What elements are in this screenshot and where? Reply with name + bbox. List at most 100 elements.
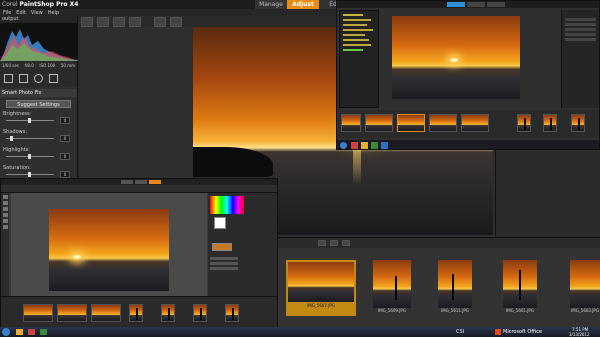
organizer-tab-active[interactable] xyxy=(447,2,465,7)
slider-thumb[interactable] xyxy=(10,136,13,141)
thumbnail xyxy=(373,260,411,308)
slider-thumb[interactable] xyxy=(28,154,31,159)
office-icon[interactable] xyxy=(495,329,501,335)
tool-icon[interactable] xyxy=(2,213,8,217)
filmstrip-next-icon[interactable] xyxy=(329,240,338,246)
thumbnail-label: IMG_5603.JPG xyxy=(571,308,599,313)
tree-line[interactable] xyxy=(343,39,369,41)
organizer-taskbar xyxy=(337,140,599,149)
tree-line[interactable] xyxy=(343,19,371,21)
material-swatch[interactable] xyxy=(214,217,226,229)
info-field[interactable] xyxy=(565,33,596,36)
folder-tree xyxy=(339,10,379,108)
straighten-icon[interactable] xyxy=(19,74,28,83)
filmstrip-item[interactable]: IMG_5607.JPG xyxy=(286,260,356,316)
slider-value[interactable]: 0 xyxy=(60,153,70,160)
edit-thumb[interactable] xyxy=(91,304,121,322)
edit-thumb[interactable] xyxy=(129,304,143,322)
organizer-thumb[interactable] xyxy=(571,114,585,132)
slider-highlights: Highlights: 0 xyxy=(0,147,77,165)
language-indicator[interactable]: CSI xyxy=(456,329,464,335)
info-field[interactable] xyxy=(565,28,596,31)
suggest-settings-button[interactable]: Suggest Settings xyxy=(6,100,71,108)
save-icon[interactable] xyxy=(81,17,93,27)
info-field[interactable] xyxy=(565,38,596,41)
tree-line[interactable] xyxy=(343,29,373,31)
info-field[interactable] xyxy=(565,18,596,21)
taskbar-app-icon[interactable] xyxy=(361,142,368,149)
slider-value[interactable]: 0 xyxy=(60,171,70,178)
color-picker[interactable] xyxy=(210,196,244,214)
slider-label: Highlights: xyxy=(3,147,30,153)
taskbar-app-icon[interactable] xyxy=(381,142,388,149)
slider-track[interactable] xyxy=(6,138,54,139)
start-button[interactable] xyxy=(2,328,10,336)
layer-thumb[interactable] xyxy=(212,243,232,251)
office-label[interactable]: Microsoft Office xyxy=(503,329,542,335)
palm-silhouette xyxy=(232,308,234,320)
palette-row[interactable] xyxy=(210,257,238,260)
tree-line[interactable] xyxy=(343,14,363,16)
edit-thumb[interactable] xyxy=(23,304,53,322)
crop-icon[interactable] xyxy=(4,74,13,83)
open-icon[interactable] xyxy=(96,17,109,27)
info-field[interactable] xyxy=(565,23,596,26)
edit-tab[interactable] xyxy=(121,180,133,184)
palette-row[interactable] xyxy=(210,267,238,270)
taskbar-app-icon[interactable] xyxy=(16,329,23,335)
tool-icon[interactable] xyxy=(2,195,8,199)
filmstrip-item[interactable]: IMG_5601.JPG xyxy=(503,260,537,316)
organizer-preview xyxy=(392,16,520,99)
organizer-thumb[interactable] xyxy=(517,114,531,132)
organizer-thumb[interactable] xyxy=(397,114,425,132)
edit-thumb[interactable] xyxy=(57,304,87,322)
tab-adjust[interactable]: Adjust xyxy=(287,0,319,9)
undo-icon[interactable] xyxy=(153,17,166,27)
start-icon[interactable] xyxy=(340,142,347,149)
tool-icon[interactable] xyxy=(2,225,8,229)
palette-row[interactable] xyxy=(210,262,238,265)
rotate-left-icon[interactable] xyxy=(112,17,125,27)
tool-icon[interactable] xyxy=(2,219,8,223)
edit-tools-column xyxy=(1,193,9,303)
edit-tab-active[interactable] xyxy=(149,180,161,184)
organizer-thumb[interactable] xyxy=(365,114,393,132)
slider-value[interactable]: 0 xyxy=(60,117,70,124)
tool-icon[interactable] xyxy=(2,201,8,205)
tree-line[interactable] xyxy=(343,34,365,36)
tree-line[interactable] xyxy=(343,49,363,51)
organizer-thumb[interactable] xyxy=(341,114,361,132)
taskbar-app-icon[interactable] xyxy=(351,142,358,149)
taskbar-app-icon[interactable] xyxy=(371,142,378,149)
tree-line[interactable] xyxy=(343,24,367,26)
red-eye-icon[interactable] xyxy=(34,74,43,83)
filmstrip-zoom-icon[interactable] xyxy=(341,240,350,246)
filmstrip-prev-icon[interactable] xyxy=(318,240,326,246)
redo-icon[interactable] xyxy=(169,17,182,27)
edit-thumb[interactable] xyxy=(161,304,175,322)
organizer-thumb[interactable] xyxy=(543,114,557,132)
slider-thumb[interactable] xyxy=(28,118,31,123)
filmstrip-item[interactable]: IMG_5609.JPG xyxy=(373,260,411,316)
clock-date[interactable]: 3/13/2012 xyxy=(569,332,590,337)
rotate-right-icon[interactable] xyxy=(128,17,141,27)
edit-tab[interactable] xyxy=(135,180,147,184)
organizer-tab[interactable] xyxy=(467,2,485,7)
organizer-thumb[interactable] xyxy=(461,114,489,132)
retouch-icon[interactable] xyxy=(49,74,58,83)
slider-thumb[interactable] xyxy=(28,172,31,177)
edit-thumb[interactable] xyxy=(225,304,239,322)
organizer-tab[interactable] xyxy=(487,2,505,7)
taskbar-app-icon[interactable] xyxy=(28,329,35,335)
slider-value[interactable]: 0 xyxy=(60,135,70,142)
exif-shutter: 1/60 sec xyxy=(2,63,19,68)
exif-info-row: 1/60 sec f/8.0 ISO 100 50 mm xyxy=(0,61,77,70)
taskbar-app-icon[interactable] xyxy=(40,329,47,335)
tab-manage[interactable]: Manage xyxy=(255,0,287,9)
edit-thumb[interactable] xyxy=(193,304,207,322)
organizer-thumb[interactable] xyxy=(429,114,457,132)
tool-icon[interactable] xyxy=(2,207,8,211)
tree-line[interactable] xyxy=(343,44,371,46)
filmstrip-item[interactable]: IMG_5611.JPG xyxy=(438,260,472,316)
filmstrip-item[interactable]: IMG_5603.JPG xyxy=(570,260,600,316)
